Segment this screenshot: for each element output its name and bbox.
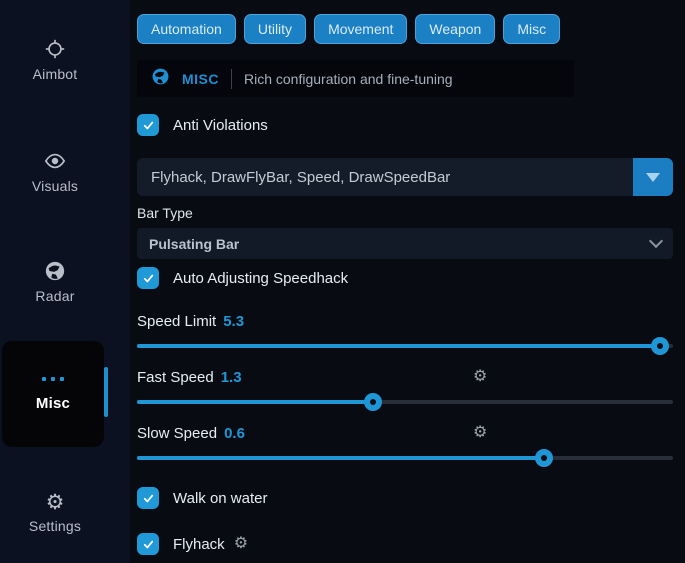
slider-handle[interactable] bbox=[364, 393, 382, 411]
divider bbox=[231, 69, 232, 89]
walk-on-water-checkbox[interactable] bbox=[137, 487, 159, 509]
slider-value: 1.3 bbox=[221, 369, 242, 386]
sidebar-item-aimbot[interactable]: Aimbot bbox=[0, 38, 110, 84]
select-value: Pulsating Bar bbox=[149, 236, 239, 252]
slider-label: Fast Speed bbox=[137, 369, 214, 386]
tab-weapon[interactable]: Weapon bbox=[415, 14, 495, 44]
sidebar-item-settings[interactable]: ⚙ Settings bbox=[0, 490, 110, 536]
tab-automation[interactable]: Automation bbox=[137, 14, 236, 44]
bar-type-select[interactable]: Pulsating Bar bbox=[137, 228, 673, 259]
anti-violations-row: Anti Violations bbox=[137, 114, 673, 136]
checkbox-label: Flyhack bbox=[173, 536, 225, 553]
tab-movement[interactable]: Movement bbox=[314, 14, 407, 44]
chevron-down-icon bbox=[649, 234, 663, 248]
gear-icon: ⚙ bbox=[0, 490, 110, 512]
section-title: MISC bbox=[182, 71, 219, 87]
checkbox-label: Auto Adjusting Speedhack bbox=[173, 270, 348, 287]
slow-speed-slider[interactable] bbox=[137, 449, 673, 467]
dropdown-button[interactable] bbox=[633, 158, 673, 196]
slow-speed-label-row: Slow Speed 0.6 ⚙ bbox=[137, 425, 673, 442]
fast-speed-label-row: Fast Speed 1.3 ⚙ bbox=[137, 369, 673, 386]
slider-value: 5.3 bbox=[223, 313, 244, 330]
multiselect-value: Flyhack, DrawFlyBar, Speed, DrawSpeedBar bbox=[137, 158, 633, 196]
section-header: MISC Rich configuration and fine-tuning bbox=[137, 60, 574, 97]
slider-fill bbox=[137, 400, 373, 404]
crosshair-icon bbox=[0, 38, 110, 60]
auto-adjusting-checkbox[interactable] bbox=[137, 267, 159, 289]
sidebar-item-label: Radar bbox=[35, 288, 74, 304]
gear-icon[interactable]: ⚙ bbox=[234, 536, 248, 552]
slider-label: Speed Limit bbox=[137, 313, 216, 330]
sidebar: Aimbot Visuals Radar Mi bbox=[0, 0, 130, 563]
flyhack-checkbox[interactable] bbox=[137, 533, 159, 555]
gear-icon[interactable]: ⚙ bbox=[473, 425, 487, 441]
globe-icon bbox=[151, 67, 170, 91]
checkbox-label: Anti Violations bbox=[173, 117, 268, 134]
slider-fill bbox=[137, 344, 660, 348]
anti-violations-checkbox[interactable] bbox=[137, 114, 159, 136]
section-subtitle: Rich configuration and fine-tuning bbox=[244, 71, 453, 87]
tab-utility[interactable]: Utility bbox=[244, 14, 306, 44]
globe-icon bbox=[0, 260, 110, 282]
sidebar-item-misc[interactable]: Misc bbox=[2, 341, 104, 447]
cheat-menu-window: Aimbot Visuals Radar Mi bbox=[0, 0, 685, 563]
eye-icon bbox=[0, 150, 110, 172]
checkbox-label: Walk on water bbox=[173, 490, 267, 507]
slider-fill bbox=[137, 456, 544, 460]
bar-multiselect[interactable]: Flyhack, DrawFlyBar, Speed, DrawSpeedBar bbox=[137, 158, 673, 196]
ellipsis-icon bbox=[42, 377, 64, 381]
tab-misc[interactable]: Misc bbox=[503, 14, 560, 44]
main-content: Automation Utility Movement Weapon Misc … bbox=[137, 0, 673, 563]
speed-limit-label-row: Speed Limit 5.3 bbox=[137, 313, 673, 330]
sidebar-item-radar[interactable]: Radar bbox=[0, 260, 110, 306]
bar-type-label: Bar Type bbox=[137, 205, 673, 221]
fast-speed-slider[interactable] bbox=[137, 393, 673, 411]
auto-adjusting-row: Auto Adjusting Speedhack bbox=[137, 267, 673, 289]
sidebar-item-visuals[interactable]: Visuals bbox=[0, 150, 110, 196]
sidebar-item-label: Aimbot bbox=[33, 66, 78, 82]
slider-handle[interactable] bbox=[535, 449, 553, 467]
slider-value: 0.6 bbox=[224, 425, 245, 442]
slider-handle[interactable] bbox=[651, 337, 669, 355]
walk-on-water-row: Walk on water bbox=[137, 487, 673, 509]
slider-label: Slow Speed bbox=[137, 425, 217, 442]
speed-limit-slider[interactable] bbox=[137, 337, 673, 355]
category-tabs: Automation Utility Movement Weapon Misc bbox=[137, 14, 673, 44]
selected-indicator bbox=[104, 367, 108, 417]
flyhack-row: Flyhack ⚙ bbox=[137, 533, 673, 555]
gear-icon[interactable]: ⚙ bbox=[473, 369, 487, 385]
sidebar-item-label: Misc bbox=[36, 395, 70, 412]
sidebar-item-label: Visuals bbox=[32, 178, 78, 194]
triangle-down-icon bbox=[646, 173, 660, 182]
sidebar-item-label: Settings bbox=[29, 518, 81, 534]
